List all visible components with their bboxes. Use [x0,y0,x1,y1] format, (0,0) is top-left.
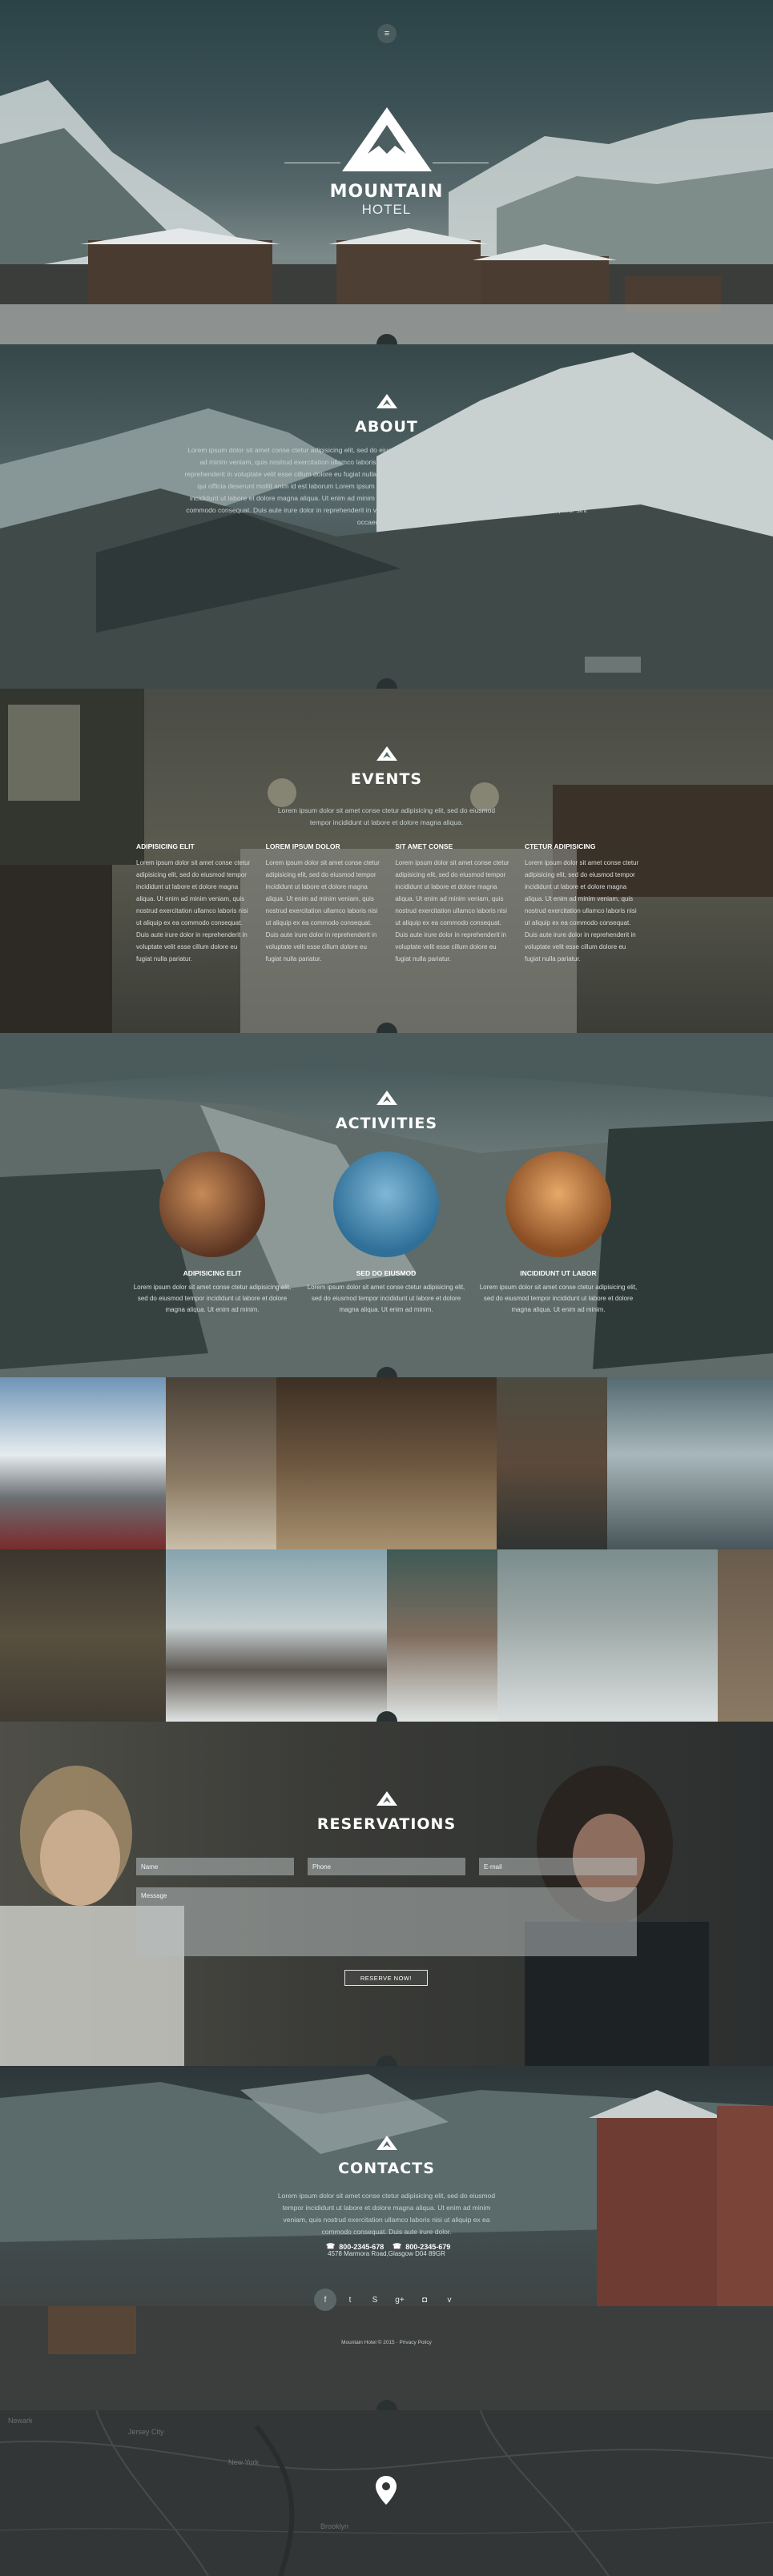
event-heading: LOREM IPSUM DOLOR [265,842,340,850]
activities-title: ACTIVITIES [335,1115,438,1132]
chevron-down-icon: ⌄ [382,339,391,344]
activity-text: Lorem ipsum dolor sit amet conse ctetur … [479,1284,638,1313]
events-intro: Lorem ipsum dolor sit amet conse ctetur … [277,806,496,826]
reserve-button[interactable]: RESERVE NOW! [344,1970,428,1986]
activity-image-dining [159,1151,265,1257]
hero-title: MOUNTAIN [329,182,444,202]
map-label: New York [228,2458,260,2466]
event-text: Lorem ipsum dolor sit amet conse ctetur … [265,859,380,962]
phone-field[interactable] [308,1858,465,1875]
event-heading: SIT AMET CONSE [395,842,453,850]
chevron-down-icon: ⌄ [382,2060,391,2066]
event-text: Lorem ipsum dolor sit amet conse ctetur … [524,859,639,962]
mountain-logo-icon [376,746,397,761]
address: 4578 Marmora Road,Glasgow D04 89GR [328,2250,445,2257]
hero-section: ≡ MOUNTAIN HOTEL ⌄ [0,0,773,344]
menu-button[interactable]: ≡ [377,24,397,43]
contacts-text: Lorem ipsum dolor sit amet conse ctetur … [277,2192,496,2236]
mountain-logo-icon [376,1791,397,1806]
event-column: LOREM IPSUM DOLOR Lorem ipsum dolor sit … [266,842,382,965]
message-field[interactable] [136,1887,637,1956]
gallery-image[interactable] [166,1549,387,1722]
activity-item: INCIDIDUNT UT LABOR Lorem ipsum dolor si… [478,1269,638,1316]
reservations-header: RESERVATIONS [0,1790,773,1833]
hero-subtitle: HOTEL [361,202,412,217]
vimeo-icon[interactable]: v [438,2289,461,2311]
about-text: Lorem ipsum dolor sit amet conse ctetur … [184,446,589,526]
gallery-image[interactable] [497,1549,718,1722]
chevron-down-icon: ⌄ [382,683,391,689]
event-heading: CTETUR ADIPISICING [524,842,596,850]
mountain-logo-icon [376,394,397,408]
gallery-image[interactable] [0,1377,166,1549]
gallery-section: ⌄ [0,1377,773,1722]
gallery-image[interactable] [276,1377,497,1549]
reservations-title: RESERVATIONS [316,1815,457,1833]
event-text: Lorem ipsum dolor sit amet conse ctetur … [136,859,251,962]
phone-icon: ☎ [326,2242,336,2250]
gallery-image[interactable] [497,1377,607,1549]
map-section[interactable]: Newark Jersey City New York Brooklyn [0,2410,773,2576]
activity-heading: INCIDIDUNT UT LABOR [520,1269,597,1277]
gallery-image[interactable] [387,1549,497,1722]
instagram-icon[interactable]: ◘ [413,2289,436,2311]
about-section: ABOUT Lorem ipsum dolor sit amet conse c… [0,344,773,689]
facebook-icon[interactable]: f [314,2289,336,2311]
contacts-section: CONTACTS Lorem ipsum dolor sit amet cons… [0,2066,773,2410]
hero-logo: MOUNTAIN HOTEL [284,104,489,218]
phone-2-number: 800-2345-679 [405,2242,451,2251]
gallery-image[interactable] [718,1549,773,1722]
event-text: Lorem ipsum dolor sit amet conse ctetur … [395,859,509,962]
contacts-background [0,2066,773,2410]
chevron-down-icon: ⌄ [382,1372,391,1377]
chevron-down-icon: ⌄ [382,2405,391,2410]
map-label: Brooklyn [320,2522,349,2530]
activity-text: Lorem ipsum dolor sit amet conse ctetur … [307,1284,465,1313]
mountain-logo-icon [376,2136,397,2150]
about-title: ABOUT [355,418,418,436]
twitter-icon[interactable]: t [339,2289,361,2311]
email-field[interactable] [479,1858,637,1875]
contacts-header: CONTACTS [0,2134,773,2177]
event-column: ADIPISICING ELIT Lorem ipsum dolor sit a… [136,842,252,965]
contacts-title: CONTACTS [338,2160,435,2177]
chevron-down-icon: ⌄ [382,1027,391,1033]
activity-image-sauna [505,1151,611,1257]
chevron-down-icon: ⌄ [382,1716,391,1722]
map-label: Newark [8,2417,33,2425]
activities-header: ACTIVITIES [0,1089,773,1132]
phone-1[interactable]: ☎ 800-2345-678 [326,2242,384,2251]
map-pin-icon[interactable] [374,2474,398,2506]
resort-town-illustration [0,2074,773,2410]
activities-section: ACTIVITIES ADIPISICING ELIT Lorem ipsum … [0,1033,773,1377]
gallery-image[interactable] [607,1377,773,1549]
map-label: Jersey City [128,2428,164,2436]
activity-heading: SED DO EIUSMOD [356,1269,417,1277]
event-column: CTETUR ADIPISICING Lorem ipsum dolor sit… [525,842,641,965]
skype-icon[interactable]: S [364,2289,386,2311]
phone-1-number: 800-2345-678 [339,2242,384,2251]
hamburger-icon: ≡ [384,29,390,38]
mountain-logo-icon [341,107,432,171]
activity-item: SED DO EIUSMOD Lorem ipsum dolor sit ame… [306,1269,466,1316]
about-header: ABOUT [0,392,773,436]
events-title: EVENTS [350,770,423,788]
events-columns: ADIPISICING ELIT Lorem ipsum dolor sit a… [136,842,641,965]
phone-2[interactable]: ☎ 800-2345-679 [393,2242,450,2251]
event-column: SIT AMET CONSE Lorem ipsum dolor sit ame… [395,842,511,965]
name-field[interactable] [136,1858,294,1875]
activity-item: ADIPISICING ELIT Lorem ipsum dolor sit a… [132,1269,292,1316]
mountain-logo-icon [376,1091,397,1105]
activity-image-ski-lift [333,1151,439,1257]
activity-text: Lorem ipsum dolor sit amet conse ctetur … [133,1284,292,1313]
gallery-image[interactable] [166,1377,276,1549]
google-plus-icon[interactable]: g+ [389,2289,411,2311]
activity-heading: ADIPISICING ELIT [183,1269,242,1277]
footer-copyright: Mountain Hotel © 2015 · Privacy Policy [341,2340,432,2345]
events-header: EVENTS [0,745,773,788]
phone-icon: ☎ [393,2242,402,2250]
event-heading: ADIPISICING ELIT [136,842,195,850]
gallery-image[interactable] [0,1549,166,1722]
